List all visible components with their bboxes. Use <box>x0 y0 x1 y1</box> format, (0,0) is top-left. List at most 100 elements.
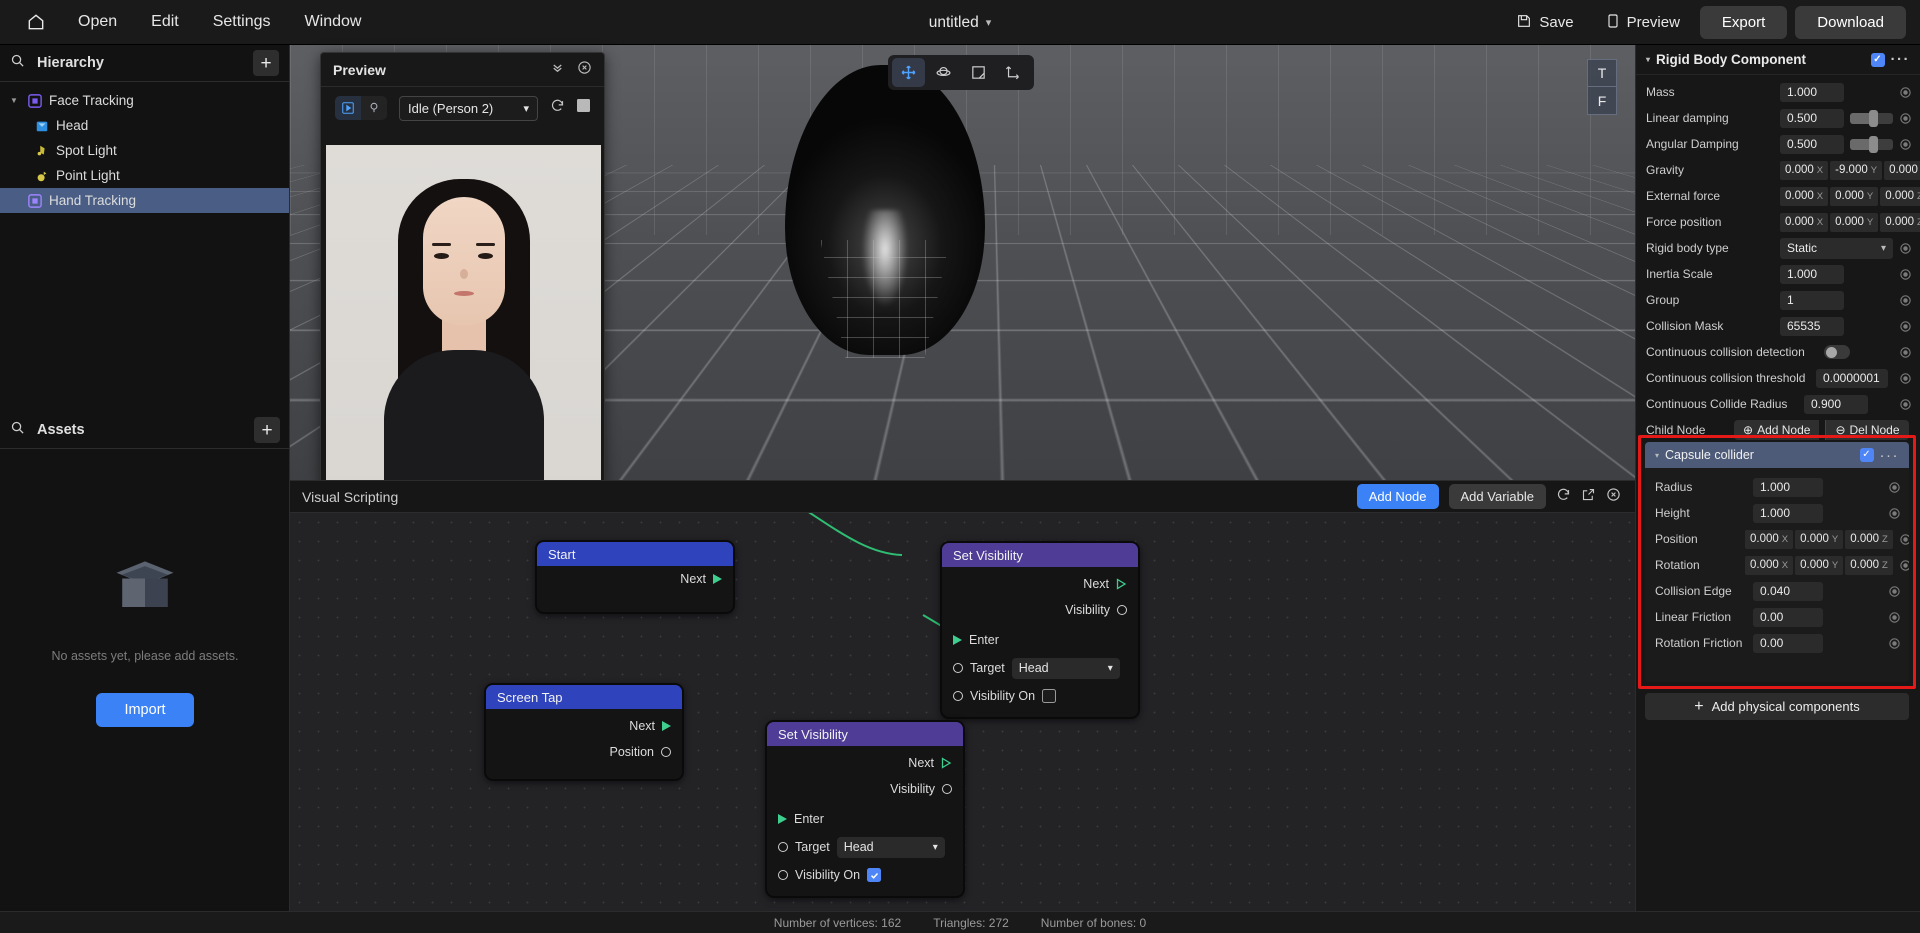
continuous-collision-toggle[interactable] <box>1824 345 1850 359</box>
property-linear-friction[interactable]: Linear Friction 0.00 <box>1645 604 1909 630</box>
child-del-node-button[interactable]: ⊖ Del Node <box>1825 420 1909 440</box>
node-output-visibility[interactable]: Visibility <box>767 776 963 802</box>
node-set-visibility-1[interactable]: Set Visibility Next Visibility Enter Tar… <box>940 541 1140 719</box>
node-target-select[interactable]: Head ▾ <box>1011 657 1120 679</box>
target-icon[interactable] <box>1899 559 1909 572</box>
vec-x-value[interactable]: 0.000 <box>1785 164 1814 176</box>
data-pin-circle-icon[interactable] <box>953 691 963 701</box>
menu-edit[interactable]: Edit <box>137 8 193 36</box>
target-icon[interactable] <box>1899 346 1912 359</box>
refresh-icon[interactable] <box>1556 487 1571 506</box>
property-force-position[interactable]: Force position 0.000X 0.000Y 0.000Z <box>1636 209 1920 235</box>
hierarchy-item-head[interactable]: Head <box>0 113 289 138</box>
vec-z-value[interactable]: 0.000 <box>1885 190 1914 202</box>
target-icon[interactable] <box>1899 294 1912 307</box>
property-value[interactable]: 0.500 <box>1780 134 1844 154</box>
hierarchy-item-face-tracking[interactable]: ▼ Face Tracking <box>0 88 289 113</box>
exec-pin-filled-icon[interactable] <box>953 635 962 645</box>
vec-x-value[interactable]: 0.000 <box>1750 559 1779 571</box>
preview-animation-select[interactable]: Idle (Person 2) ▾ <box>399 95 538 121</box>
close-circle-icon[interactable] <box>577 60 592 79</box>
capsule-collider-header[interactable]: ▾ Capsule collider ✓ ··· <box>1645 442 1909 468</box>
data-pin-circle-icon[interactable] <box>953 663 963 673</box>
assets-add-button[interactable]: + <box>254 417 280 443</box>
menu-open[interactable]: Open <box>64 8 131 36</box>
target-icon[interactable] <box>1899 138 1912 151</box>
rigid-body-component-header[interactable]: ▾ Rigid Body Component ✓ ··· <box>1636 45 1920 75</box>
node-output-next[interactable]: Next <box>537 566 733 592</box>
property-gravity[interactable]: Gravity 0.000X -9.000Y 0.000Z <box>1636 157 1920 183</box>
save-button[interactable]: Save <box>1504 7 1585 39</box>
vec-x-value[interactable]: 0.000 <box>1750 533 1779 545</box>
property-inertia-scale[interactable]: Inertia Scale 1.000 <box>1636 261 1920 287</box>
property-radius[interactable]: Radius 1.000 <box>1645 474 1909 500</box>
capsule-collider-enabled-checkbox[interactable]: ✓ <box>1859 448 1874 462</box>
node-start[interactable]: Start Next <box>535 540 735 614</box>
node-set-visibility-2[interactable]: Set Visibility Next Visibility Enter Tar… <box>765 720 965 898</box>
close-circle-icon[interactable] <box>1606 487 1621 506</box>
menu-settings[interactable]: Settings <box>199 8 285 36</box>
target-icon[interactable] <box>1899 320 1912 333</box>
node-input-enter[interactable]: Enter <box>942 627 1138 653</box>
node-input-target[interactable]: Target Head ▾ <box>767 834 963 860</box>
angular-damping-slider[interactable] <box>1850 135 1893 153</box>
stop-square-icon[interactable] <box>577 99 590 117</box>
search-icon[interactable] <box>10 53 25 73</box>
target-icon[interactable] <box>1888 507 1901 520</box>
chevron-down-icon[interactable]: ▼ <box>8 96 20 105</box>
vec-z-value[interactable]: 0.000 <box>1850 533 1879 545</box>
property-child-node[interactable]: Child Node ⊕ Add Node ⊖ Del Node <box>1636 417 1920 443</box>
rigid-body-type-select[interactable]: Static ▾ <box>1780 237 1893 259</box>
download-button[interactable]: Download <box>1795 6 1906 39</box>
external-link-icon[interactable] <box>1581 487 1596 506</box>
node-output-position[interactable]: Position <box>486 739 682 765</box>
scale-square-icon[interactable] <box>962 58 995 87</box>
data-pin-circle-icon[interactable] <box>778 870 788 880</box>
move-arrows-icon[interactable] <box>892 58 925 87</box>
target-icon[interactable] <box>1899 242 1912 255</box>
vector3-input[interactable]: 0.000X 0.000Y 0.000Z <box>1745 529 1893 549</box>
vec-z-value[interactable]: 0.000 <box>1889 164 1918 176</box>
target-icon[interactable] <box>1899 533 1909 546</box>
exec-pin-outline-icon[interactable] <box>1116 578 1127 590</box>
vec-y-value[interactable]: 0.000 <box>1835 190 1864 202</box>
target-icon[interactable] <box>1888 481 1901 494</box>
add-physical-components-button[interactable]: + Add physical components <box>1645 693 1909 720</box>
axis-label-front[interactable]: F <box>1587 87 1617 115</box>
rigid-body-enabled-checkbox[interactable]: ✓ <box>1870 52 1885 67</box>
property-value[interactable]: 0.500 <box>1780 108 1844 128</box>
target-icon[interactable] <box>1899 112 1912 125</box>
target-icon[interactable] <box>1888 637 1901 650</box>
data-pin-circle-icon[interactable] <box>778 842 788 852</box>
property-value[interactable]: 1.000 <box>1780 82 1844 102</box>
node-output-next[interactable]: Next <box>942 571 1138 597</box>
property-group[interactable]: Group 1 <box>1636 287 1920 313</box>
target-icon[interactable] <box>1899 398 1912 411</box>
node-input-enter[interactable]: Enter <box>767 806 963 832</box>
property-value[interactable]: 1.000 <box>1753 477 1823 497</box>
ellipsis-icon[interactable]: ··· <box>1891 51 1911 68</box>
property-continuous-collision-threshold[interactable]: Continuous collision threshold 0.0000001 <box>1636 365 1920 391</box>
linear-damping-slider[interactable] <box>1850 109 1893 127</box>
exec-pin-filled-icon[interactable] <box>662 721 671 731</box>
exec-pin-outline-icon[interactable] <box>941 757 952 769</box>
vec-x-value[interactable]: 0.000 <box>1785 216 1814 228</box>
property-value[interactable]: 1.000 <box>1780 264 1844 284</box>
target-icon[interactable] <box>1888 585 1901 598</box>
node-target-select[interactable]: Head ▾ <box>836 836 945 858</box>
rotate-orbit-icon[interactable] <box>927 58 960 87</box>
refresh-icon[interactable] <box>550 98 565 118</box>
property-rigid-body-type[interactable]: Rigid body type Static ▾ <box>1636 235 1920 261</box>
hierarchy-item-hand-tracking[interactable]: Hand Tracking <box>0 188 289 213</box>
lightbulb-icon[interactable] <box>361 96 387 120</box>
viewport-axis-gizmo[interactable]: T F <box>1587 59 1617 115</box>
target-icon[interactable] <box>1888 611 1901 624</box>
exec-pin-filled-icon[interactable] <box>713 574 722 584</box>
property-value[interactable]: 65535 <box>1780 316 1844 336</box>
search-icon[interactable] <box>10 420 25 440</box>
document-title[interactable]: untitled <box>929 14 979 32</box>
chevron-down-icon[interactable]: ▾ <box>1655 451 1659 460</box>
data-pin-circle-icon[interactable] <box>942 784 952 794</box>
export-button[interactable]: Export <box>1699 6 1788 39</box>
node-visibility-checkbox[interactable] <box>1042 689 1057 703</box>
